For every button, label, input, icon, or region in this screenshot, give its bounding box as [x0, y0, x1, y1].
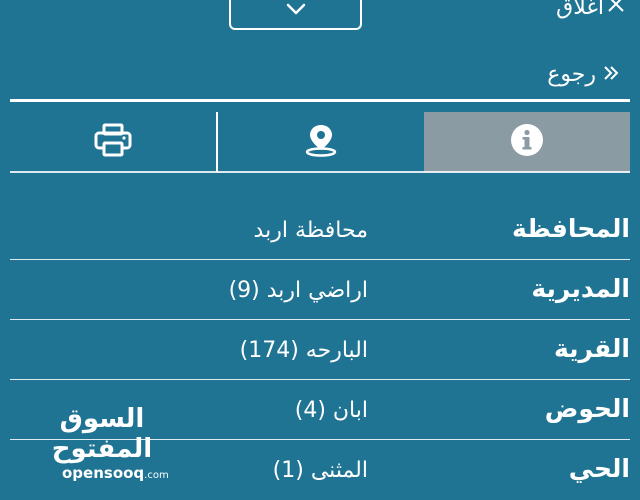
detail-value: ابان (4)	[294, 398, 368, 423]
detail-row-village: القرية البارحه (174)	[10, 320, 630, 380]
close-x-icon	[606, 0, 626, 20]
close-label: اغلاق	[556, 0, 604, 20]
detail-label: المديرية	[531, 274, 630, 303]
detail-value: البارحه (174)	[239, 338, 368, 363]
tab-info[interactable]	[424, 112, 630, 172]
info-icon	[510, 123, 544, 161]
detail-value: اراضي اربد (9)	[228, 278, 368, 303]
back-button[interactable]: رجوع	[547, 58, 620, 90]
double-chevron-right-icon	[602, 62, 620, 87]
tabs-bottom-divider	[10, 171, 630, 173]
detail-value: المثنى (1)	[272, 458, 368, 483]
header-divider	[10, 99, 630, 102]
panel-toggle-button[interactable]	[229, 0, 362, 30]
tab-location[interactable]	[218, 112, 424, 172]
opensooq-watermark: السوق المفتوح opensooq.com	[22, 404, 182, 485]
tab-print[interactable]	[10, 112, 216, 172]
watermark-suffix: .com	[144, 470, 169, 481]
chevron-down-icon	[285, 2, 307, 21]
back-label: رجوع	[547, 61, 596, 87]
watermark-latin: opensooq.com	[62, 464, 182, 485]
detail-row-directorate: المديرية اراضي اربد (9)	[10, 260, 630, 320]
location-pin-icon	[303, 123, 339, 161]
detail-value: محافظة اربد	[253, 218, 368, 243]
close-button[interactable]: اغلاق	[556, 0, 626, 22]
tab-bar	[10, 112, 630, 172]
printer-icon	[94, 123, 132, 161]
detail-label: القرية	[553, 334, 630, 363]
watermark-arabic: السوق المفتوح	[51, 404, 153, 464]
detail-row-governorate: المحافظة محافظة اربد	[10, 200, 630, 260]
watermark-latin-text: opensooq	[62, 464, 145, 482]
detail-label: الحوض	[544, 394, 630, 423]
detail-label: المحافظة	[511, 214, 630, 243]
detail-label: الحي	[568, 454, 630, 483]
